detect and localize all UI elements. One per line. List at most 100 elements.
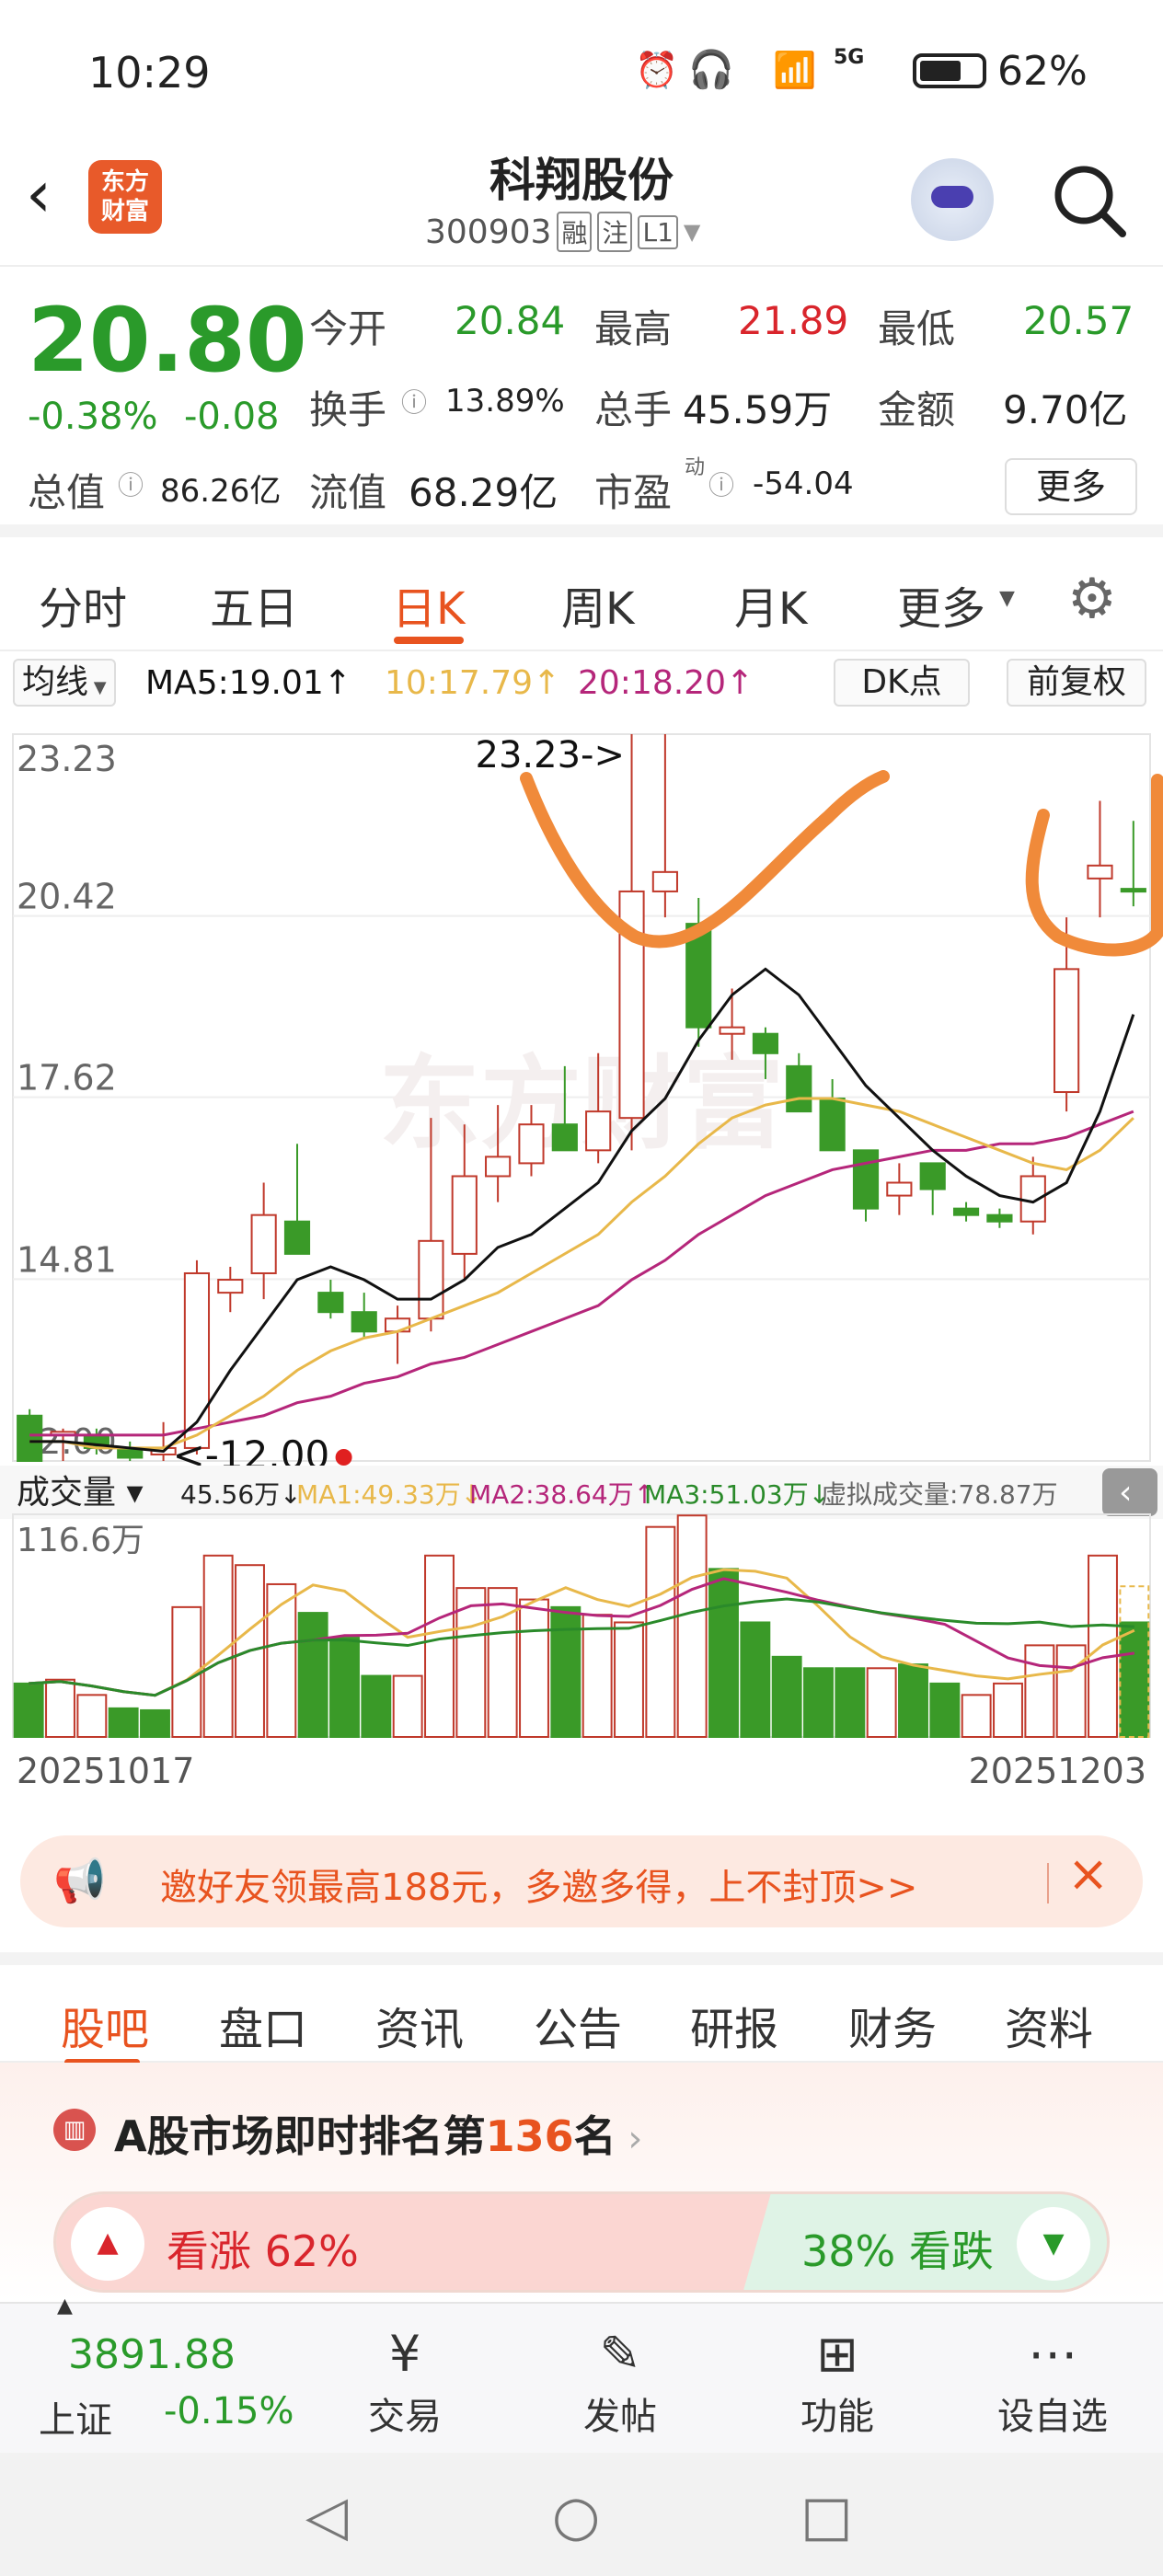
turnover-label: 换手 [309, 387, 387, 432]
tab-order-book[interactable]: 盘口 [219, 1993, 307, 2057]
info-dots-icon[interactable]: ⓘ [708, 466, 734, 502]
close-icon[interactable]: × [1067, 1845, 1109, 1903]
candle-down [317, 1292, 344, 1314]
dropdown-triangle-icon[interactable]: ▼ [684, 219, 700, 245]
candle-down [752, 1032, 779, 1054]
volume-bar [550, 1605, 582, 1738]
candle-up [217, 1279, 244, 1294]
tab-guba[interactable]: 股吧 [61, 1993, 149, 2057]
collapse-chevron-glyph: ‹ [1119, 1474, 1132, 1512]
tab-finance[interactable]: 财务 [848, 1993, 937, 2057]
tab-announcements[interactable]: 公告 [534, 1993, 622, 2057]
rank-prefix: A股市场即时排名第 [114, 2111, 486, 2161]
tab-research[interactable]: 研报 [690, 1993, 778, 2057]
status-bar: 10:29 ⏰ 🎧 📶 5G 62% [0, 0, 1163, 138]
tab-more[interactable]: 更多 [897, 572, 985, 637]
amount-value: 9.70亿 [1003, 387, 1128, 432]
info-dots-icon[interactable]: ⓘ [401, 383, 427, 420]
tab-intraday[interactable]: 分时 [39, 572, 127, 637]
ma-selector-label: 均线 [22, 663, 89, 701]
volume-bar [1024, 1644, 1055, 1739]
ranking-chart-icon: ▥ [53, 2109, 96, 2151]
candle-up [485, 1156, 512, 1178]
rank-suffix: 名 [573, 2111, 616, 2161]
bottom-navigation: ▲ 3891.88 上证 -0.15% ¥ 交易 ✎ 发帖 ⊞ 功能 ⋯ 设自选 [0, 2294, 1163, 2455]
volume-bar [361, 1674, 392, 1739]
tab-five-day[interactable]: 五日 [210, 572, 298, 637]
bull-up-button[interactable]: ▲ [71, 2207, 144, 2281]
volume-ma3: MA3:51.03万↓ [644, 1479, 830, 1510]
tab-news[interactable]: 资讯 [375, 1993, 464, 2057]
kline-chart-area[interactable]: 均线 ▼ MA5:19.01↑ 10:17.79↑ 20:18.20↑ DK点 … [0, 651, 1163, 1829]
volume-bar [329, 1637, 360, 1739]
home-circle-icon[interactable]: ○ [552, 2484, 600, 2548]
ma-selector[interactable]: 均线 ▼ [13, 659, 116, 707]
back-triangle-icon[interactable]: ◁ [305, 2484, 348, 2548]
robot-assistant-icon[interactable] [911, 158, 994, 241]
candle-up [1087, 864, 1113, 880]
tab-weekly-k[interactable]: 周K [561, 572, 634, 637]
battery-icon [913, 53, 986, 88]
tab-daily-k[interactable]: 日K [392, 572, 465, 637]
candle-up [585, 1110, 612, 1152]
volume-bar [961, 1694, 992, 1738]
nav-trade-label: 交易 [368, 2396, 442, 2438]
volume-bar [1055, 1644, 1087, 1739]
megaphone-icon: 📢 [53, 1856, 107, 1905]
high-value: 21.89 [738, 298, 849, 343]
dk-point-button[interactable]: DK点 [834, 659, 970, 707]
high-label: 最高 [594, 306, 673, 351]
index-name: 上证 [39, 2399, 112, 2442]
banner-text[interactable]: 邀好友领最高188元，多邀多得，上不封顶>> [160, 1857, 917, 1911]
margin-badge: 融 [557, 212, 593, 252]
more-circle-icon: ⋯ [1028, 2325, 1077, 2383]
nav-post[interactable]: ✎ 发帖 [547, 2322, 694, 2440]
gear-icon[interactable]: ⚙ [1067, 567, 1117, 631]
volume-bar [740, 1621, 771, 1738]
volume-bar [835, 1667, 866, 1738]
more-dropdown-icon[interactable]: ▼ [999, 587, 1015, 610]
candle-up [1019, 1175, 1046, 1223]
battery-percent: 62% [997, 48, 1088, 95]
quote-panel: 20.80 -0.38% -0.08 今开 20.84 最高 21.89 最低 … [0, 269, 1163, 537]
volume-max-label: 116.6万 [17, 1522, 144, 1559]
tab-monthly-k[interactable]: 月K [734, 572, 807, 637]
turnover-value: 13.89% [445, 383, 565, 420]
low-value: 20.57 [1023, 298, 1134, 343]
y-axis-label: 20.42 [17, 877, 117, 917]
float-cap-label: 流值 [309, 470, 387, 515]
volume-bar [108, 1707, 139, 1738]
kline-svg: 23.2320.4217.6214.8112.00东方财富23.23-><-12… [0, 733, 1163, 1791]
search-icon[interactable] [1047, 158, 1130, 241]
recents-square-icon[interactable]: □ [800, 2484, 853, 2548]
nav-functions[interactable]: ⊞ 功能 [764, 2322, 911, 2440]
volume-bar [45, 1678, 75, 1738]
pe-value: -54.04 [753, 466, 854, 502]
yen-cycle-icon: ¥ [388, 2325, 421, 2383]
bear-down-button[interactable]: ▼ [1017, 2207, 1090, 2281]
candle-down [819, 1098, 846, 1152]
nav-functions-label: 功能 [800, 2396, 874, 2438]
volume-bar [582, 1614, 613, 1738]
info-dots-icon[interactable]: ⓘ [118, 466, 144, 502]
market-rank-text[interactable]: A股市场即时排名第136名 › [114, 2103, 642, 2164]
volume-value: 45.59万 [683, 387, 833, 432]
nav-trade[interactable]: ¥ 交易 [331, 2322, 478, 2440]
level1-badge[interactable]: L1 [638, 214, 678, 249]
index-ticker[interactable]: ▲ 3891.88 上证 -0.15% [0, 2294, 313, 2455]
nav-add-watchlist[interactable]: ⋯ 设自选 [979, 2322, 1126, 2440]
forward-adjust-button[interactable]: 前复权 [1007, 659, 1146, 707]
invite-banner[interactable]: 📢 邀好友领最高188元，多邀多得，上不封顶>> × [20, 1835, 1143, 1927]
date-start: 20251017 [17, 1751, 194, 1791]
candle-down [351, 1311, 377, 1333]
dk-point-label: DK点 [861, 663, 942, 701]
tab-profile[interactable]: 资料 [1005, 1993, 1093, 2057]
volume-bar [676, 1514, 708, 1739]
pe-dynamic-superscript: 动 [685, 456, 706, 479]
candle-up [886, 1181, 913, 1197]
chart-period-tabs: 分时 五日 日K 周K 月K 更多 ▼ ⚙ [0, 550, 1163, 651]
pe-label: 市盈 [594, 470, 673, 515]
float-cap-value: 68.29亿 [409, 470, 558, 515]
sentiment-bar: ▲ 看涨 62% 38% 看跌 ▼ [53, 2191, 1110, 2293]
more-button[interactable]: 更多 [1005, 458, 1137, 515]
